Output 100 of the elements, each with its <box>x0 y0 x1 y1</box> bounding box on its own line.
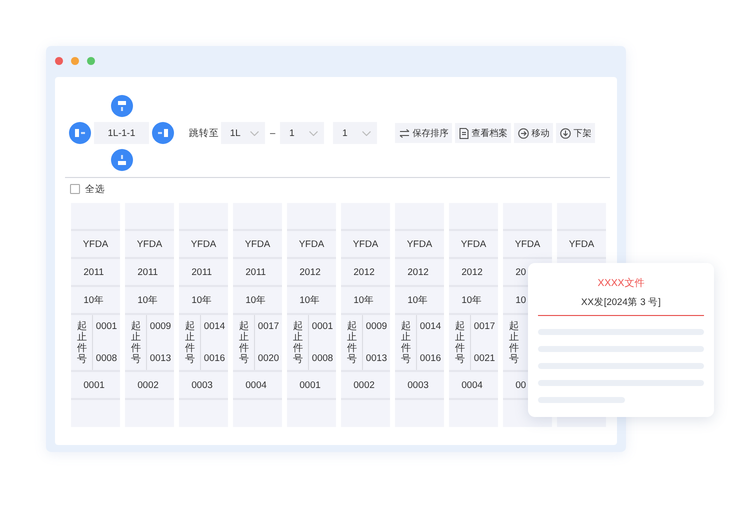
jump-label: 跳转至 <box>189 126 219 140</box>
action-button[interactable]: 保存排序 <box>395 123 452 143</box>
range-label: 起止件号 <box>508 320 519 365</box>
dropdown[interactable]: 1L <box>221 122 265 144</box>
action-button[interactable]: 移动 <box>514 123 554 143</box>
empty-cell <box>395 203 444 229</box>
box-label: 10年 <box>354 294 374 306</box>
box-label: 2012 <box>300 266 321 278</box>
empty-cell <box>287 203 336 229</box>
range-label: 起止件号 <box>184 320 195 365</box>
move-right-button[interactable] <box>152 122 174 144</box>
select-all-checkbox[interactable] <box>70 184 80 194</box>
range-label: 起止件号 <box>454 320 465 365</box>
range-number: 0014 <box>204 321 226 332</box>
box-label: 2011 <box>84 266 104 278</box>
range-number: 0009 <box>150 321 172 332</box>
move-left-button[interactable] <box>69 122 91 144</box>
box-label: 10 <box>516 294 526 306</box>
dropdown[interactable]: 1 <box>280 122 324 144</box>
empty-cell <box>179 400 228 427</box>
box-label: 0004 <box>246 380 267 390</box>
range-label: 起止件号 <box>76 320 87 365</box>
box-label: YFDA <box>244 238 270 250</box>
archive-box-card[interactable]: YFDA 2011 10年 起止件号 0014 0016 0003 <box>179 203 228 427</box>
range-number: 0001 <box>312 321 334 332</box>
box-label: 2011 <box>192 266 212 278</box>
box-label: YFDA <box>190 238 216 250</box>
archive-box-card[interactable]: YFDA 2012 10年 起止件号 0014 0016 0003 <box>395 203 444 427</box>
range-label: 起止件号 <box>346 320 357 365</box>
box-label: 0002 <box>354 380 375 390</box>
box-label: YFDA <box>352 238 378 250</box>
range-label: 起止件号 <box>400 320 411 365</box>
box-label: 0002 <box>138 380 159 390</box>
range-label: 起止件号 <box>238 320 249 365</box>
swap-arrows-icon <box>399 128 410 138</box>
range-number: 0016 <box>204 353 226 364</box>
maximize-dot[interactable] <box>87 57 95 65</box>
box-label: 0004 <box>462 380 483 390</box>
empty-cell <box>125 400 174 427</box>
range-number: 0001 <box>96 321 118 332</box>
archive-box-card[interactable]: YFDA 2011 10年 起止件号 0001 0008 0001 <box>71 203 120 427</box>
box-label: 2011 <box>138 266 158 278</box>
box-label: 2012 <box>354 266 375 278</box>
range-number: 0008 <box>96 353 118 364</box>
box-label: 0003 <box>192 380 213 390</box>
box-label: 10年 <box>84 294 104 306</box>
archive-box-card[interactable]: YFDA 2012 10年 起止件号 0001 0008 0001 <box>287 203 336 427</box>
location-field[interactable]: 1L-1-1 <box>94 122 149 144</box>
box-label: 00 <box>516 380 526 390</box>
box-label: 0003 <box>408 380 429 390</box>
range-number: 0008 <box>312 353 334 364</box>
chevron-down-icon <box>250 130 259 136</box>
empty-cell <box>71 203 120 229</box>
box-label: 10年 <box>246 294 266 306</box>
box-label: 10年 <box>138 294 158 306</box>
box-label: YFDA <box>136 238 162 250</box>
empty-cell <box>233 400 282 427</box>
minimize-dot[interactable] <box>71 57 79 65</box>
empty-cell <box>341 203 390 229</box>
box-label: YFDA <box>298 238 324 250</box>
action-button[interactable]: 查看档案 <box>455 123 512 143</box>
archive-box-card[interactable]: YFDA 2012 10年 起止件号 0017 0021 0004 <box>449 203 498 427</box>
arrow-circle-right-icon <box>518 128 530 138</box>
box-label: YFDA <box>460 238 486 250</box>
chevron-down-icon <box>362 130 372 136</box>
range-label: 起止件号 <box>292 320 303 365</box>
empty-cell <box>287 400 336 427</box>
move-down-button[interactable] <box>110 149 132 171</box>
box-label: YFDA <box>82 238 108 250</box>
box-label: 0001 <box>84 380 105 390</box>
range-number: 0013 <box>150 353 172 364</box>
box-label: YFDA <box>568 238 594 250</box>
box-label: 0001 <box>300 380 321 390</box>
action-button[interactable]: 下架 <box>556 123 596 143</box>
range-number: 0013 <box>366 353 388 364</box>
box-label: 2011 <box>246 266 266 278</box>
document-icon <box>459 128 470 138</box>
document-title: XXXX文件 <box>596 276 646 290</box>
empty-cell <box>557 203 606 229</box>
range-number: 0021 <box>474 353 496 364</box>
range-label: 起止件号 <box>130 320 141 365</box>
empty-cell <box>71 400 120 427</box>
chevron-down-icon <box>309 130 318 136</box>
range-number: 0017 <box>474 321 496 332</box>
archive-box-card[interactable]: YFDA 2012 10年 起止件号 0009 0013 0002 <box>341 203 390 427</box>
move-up-button[interactable] <box>110 95 132 117</box>
close-dot[interactable] <box>55 57 63 65</box>
empty-cell <box>179 203 228 229</box>
empty-cell <box>449 400 498 427</box>
box-label: 20 <box>516 266 526 278</box>
range-number: 0016 <box>420 353 442 364</box>
empty-cell <box>125 203 174 229</box>
empty-cell <box>341 400 390 427</box>
box-label: YFDA <box>406 238 432 250</box>
dropdown[interactable]: 1 <box>333 122 378 144</box>
archive-box-card[interactable]: YFDA 2011 10年 起止件号 0009 0013 0002 <box>125 203 174 427</box>
archive-box-card[interactable]: YFDA 2011 10年 起止件号 0017 0020 0004 <box>233 203 282 427</box>
box-label: 10年 <box>408 294 428 306</box>
box-label: 10年 <box>300 294 320 306</box>
range-number: 0020 <box>258 353 280 364</box>
